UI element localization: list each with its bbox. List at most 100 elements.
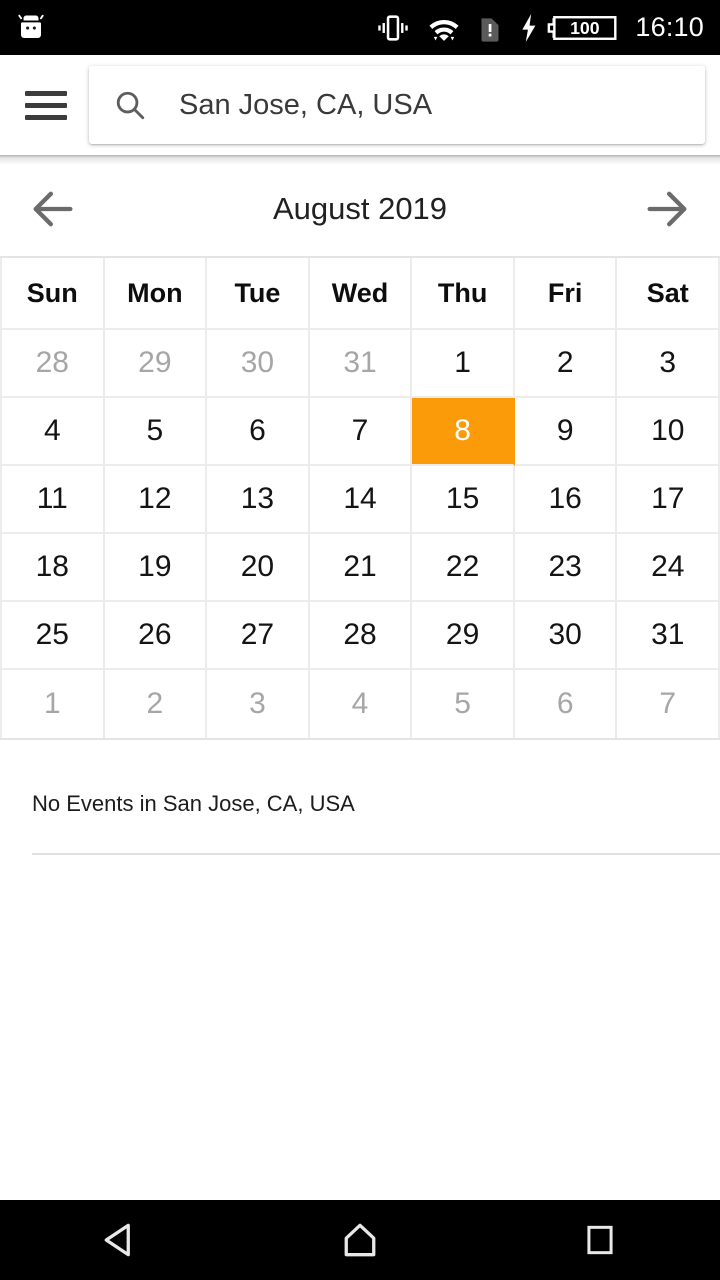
calendar-day-cell[interactable]: 1 [0,670,105,738]
calendar-day-number: 3 [659,346,677,379]
calendar-day-cell[interactable]: 5 [412,670,515,738]
battery-indicator: 100 [518,11,619,45]
recents-square-icon [587,1225,613,1255]
calendar-day-cell[interactable]: 31 [617,602,720,670]
calendar-day-cell[interactable]: 3 [207,670,310,738]
calendar-day-cell[interactable]: 6 [514,670,618,738]
calendar-day-cell[interactable]: 24 [617,534,720,602]
calendar-day-number: 1 [43,687,61,720]
calendar-day-cell-selected[interactable]: 8 [412,398,515,466]
search-input[interactable]: San Jose, CA, USA [89,66,705,144]
calendar-day-cell[interactable]: 25 [0,602,105,670]
calendar-day-cell[interactable]: 26 [104,602,208,670]
next-month-button[interactable] [632,174,702,244]
status-bar: 100 16:10 [0,0,720,55]
calendar-day-cell[interactable]: 31 [309,330,413,398]
calendar-day-cell[interactable]: 30 [207,330,310,398]
calendar-weekday-header: Sun Mon Tue Wed Thu Fri Sat [0,258,720,330]
calendar-day-number: 8 [454,414,471,447]
search-input-value: San Jose, CA, USA [179,88,433,121]
calendar-week-row: 18 19 20 21 22 23 24 [0,534,720,602]
calendar-day-number: 16 [548,482,582,515]
calendar-day-number: 17 [651,482,685,515]
calendar-day-number: 6 [556,687,574,720]
calendar-day-cell[interactable]: 4 [309,670,413,738]
weekday-header-cell: Thu [412,258,515,330]
calendar-day-number: 26 [138,618,172,651]
calendar-day-cell[interactable]: 1 [412,330,515,398]
calendar-day-cell[interactable]: 27 [207,602,310,670]
calendar-day-number: 20 [240,550,275,583]
toolbar-shadow-divider [0,155,720,165]
calendar-day-number: 7 [351,414,369,447]
calendar-day-cell[interactable]: 28 [309,602,413,670]
calendar-day-cell[interactable]: 21 [309,534,413,602]
weekday-label: Tue [234,277,281,308]
calendar-day-cell[interactable]: 20 [207,534,310,602]
previous-month-button[interactable] [18,174,88,244]
android-navigation-bar [0,1200,720,1280]
calendar-week-row: 25 26 27 28 29 30 31 [0,602,720,670]
weekday-header-cell: Fri [514,258,618,330]
calendar-day-number: 5 [454,687,471,720]
calendar-day-cell[interactable]: 13 [207,466,310,534]
status-time: 16:10 [635,12,704,42]
calendar-day-number: 23 [548,550,582,583]
arrow-left-icon [33,191,73,227]
calendar-day-cell[interactable]: 2 [104,670,208,738]
hamburger-menu-icon[interactable] [25,84,67,126]
hamburger-bar [25,102,67,108]
weekday-header-cell: Mon [104,258,208,330]
calendar-day-cell[interactable]: 29 [104,330,208,398]
calendar-day-number: 5 [146,414,164,447]
calendar-day-cell[interactable]: 7 [617,670,720,738]
android-head-icon [18,14,44,38]
events-divider [32,853,720,855]
calendar-day-number: 7 [659,687,677,720]
search-icon [116,91,145,120]
calendar-day-cell[interactable]: 19 [104,534,208,602]
home-button[interactable] [305,1200,415,1280]
vibrate-icon [378,14,409,41]
calendar-day-cell[interactable]: 6 [207,398,310,466]
calendar-day-cell[interactable]: 10 [617,398,720,466]
back-triangle-icon [104,1223,130,1257]
calendar-day-cell[interactable]: 12 [104,466,208,534]
calendar-day-cell[interactable]: 7 [309,398,413,466]
calendar-day-number: 31 [343,346,377,379]
calendar-day-number: 28 [343,618,377,651]
calendar-day-cell[interactable]: 23 [514,534,618,602]
calendar-day-cell[interactable]: 18 [0,534,105,602]
calendar-day-cell[interactable]: 16 [514,466,618,534]
calendar-week-row: 11 12 13 14 15 16 17 [0,466,720,534]
calendar-day-cell[interactable]: 4 [0,398,105,466]
recents-button[interactable] [545,1200,655,1280]
calendar-day-cell[interactable]: 9 [514,398,618,466]
calendar-day-cell[interactable]: 5 [104,398,208,466]
calendar-day-cell[interactable]: 22 [412,534,515,602]
calendar-day-cell[interactable]: 29 [412,602,515,670]
calendar-day-cell[interactable]: 15 [412,466,515,534]
weekday-header-cell: Sun [0,258,105,330]
hamburger-bar [25,114,67,120]
calendar-day-cell[interactable]: 17 [617,466,720,534]
calendar-day-cell[interactable]: 28 [0,330,105,398]
calendar-day-cell[interactable]: 30 [514,602,618,670]
toolbar: San Jose, CA, USA [0,55,720,155]
calendar-day-cell[interactable]: 14 [309,466,413,534]
calendar-day-cell[interactable]: 3 [617,330,720,398]
calendar-week-row: 1 2 3 4 5 6 7 [0,670,720,738]
calendar-day-number: 19 [138,550,172,583]
calendar-day-cell[interactable]: 2 [514,330,618,398]
calendar-day-cell[interactable]: 11 [0,466,105,534]
calendar-weeks: 28 29 30 31 1 2 3 4 5 6 7 8 9 10 11 12 13 14 15 16 17 18 19 20 2… [0,330,720,738]
calendar-day-number: 30 [548,618,582,651]
calendar-day-number: 31 [651,618,685,651]
back-button[interactable] [65,1200,175,1280]
wifi-icon [429,19,459,41]
events-section: No Events in San Jose, CA, USA [0,746,720,855]
calendar-day-number: 24 [651,550,685,583]
calendar-day-number: 18 [35,550,69,583]
home-icon [344,1223,376,1257]
weekday-header-cell: Sat [617,258,720,330]
